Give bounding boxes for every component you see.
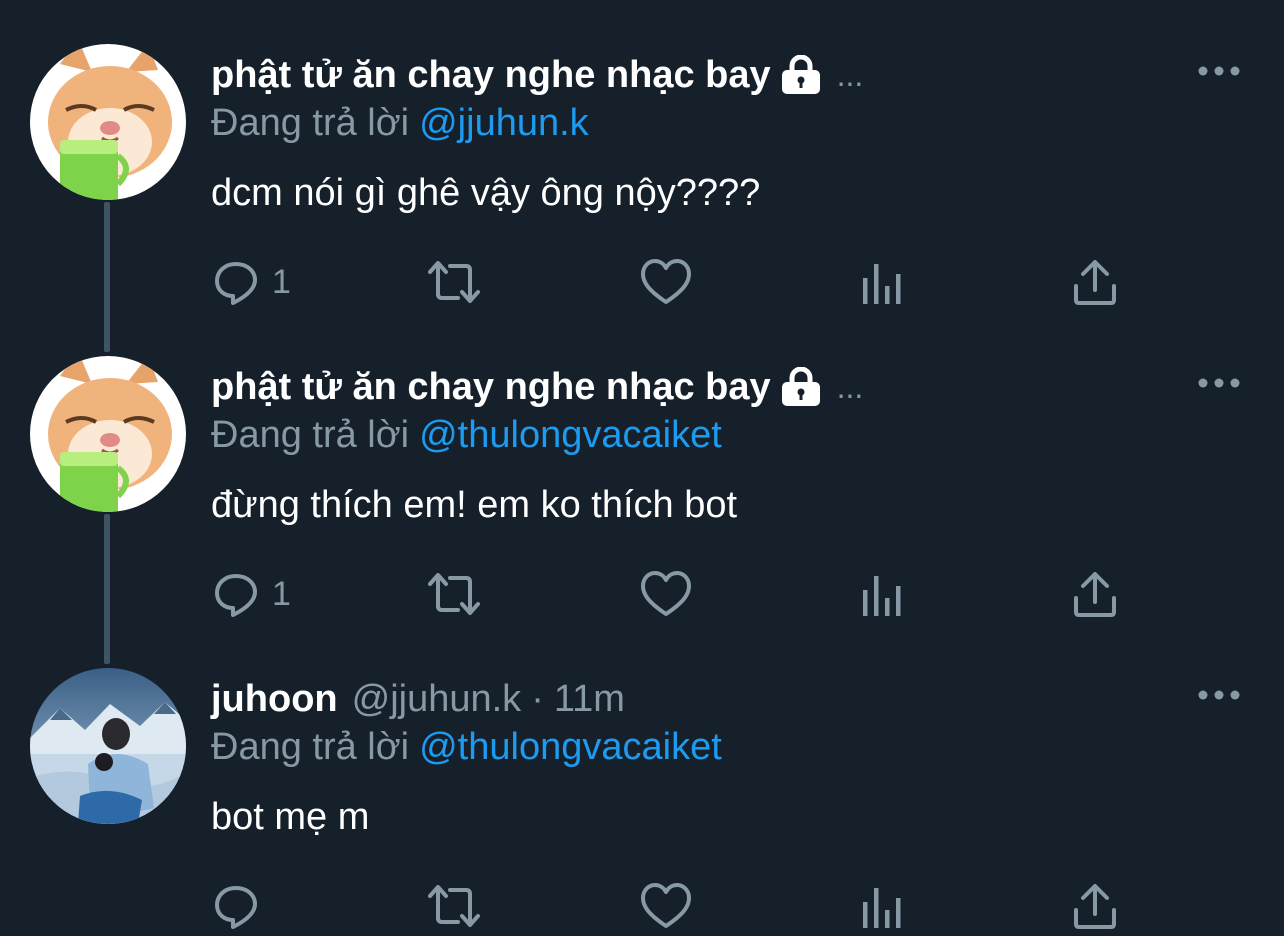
tweet-actions <box>0 878 1284 934</box>
cat-with-matcha-avatar <box>30 356 186 512</box>
tweet-actions: 1 <box>0 254 1284 310</box>
replying-to: Đang trả lời @thulongvacaiket <box>211 410 722 460</box>
avatar[interactable] <box>30 356 186 512</box>
analytics-icon <box>863 888 901 928</box>
analytics-icon <box>863 576 901 616</box>
reply-prefix: Đang trả lời <box>211 102 410 144</box>
share-button[interactable] <box>1072 254 1118 310</box>
retweet-icon <box>428 261 480 303</box>
reply-button[interactable] <box>212 878 260 934</box>
reply-prefix: Đang trả lời <box>211 726 410 768</box>
lock-icon <box>781 55 820 94</box>
share-icon <box>1074 572 1116 617</box>
reply-icon <box>215 262 257 305</box>
reply-mention-link[interactable]: @thulongvacaiket <box>419 726 722 768</box>
retweet-icon <box>428 573 480 615</box>
like-icon <box>641 883 691 928</box>
user-handle[interactable]: @jjuhun.k <box>352 674 522 724</box>
snow-mountain-person-avatar <box>30 668 186 824</box>
reply-count: 1 <box>272 574 291 613</box>
display-name[interactable]: juhoon <box>211 674 338 724</box>
replying-to: Đang trả lời @thulongvacaiket <box>211 722 722 772</box>
like-icon <box>641 571 691 616</box>
share-icon <box>1074 260 1116 305</box>
reply-mention-link[interactable]: @thulongvacaiket <box>419 414 722 456</box>
analytics-button[interactable] <box>860 254 904 310</box>
avatar[interactable] <box>30 668 186 824</box>
reply-button[interactable]: 1 <box>212 566 291 622</box>
like-button[interactable] <box>640 878 692 934</box>
truncation-ellipsis: ... <box>836 57 864 93</box>
more-icon[interactable] <box>1196 684 1242 706</box>
lock-icon <box>781 367 820 406</box>
reply-prefix: Đang trả lời <box>211 414 410 456</box>
truncation-ellipsis: ... <box>836 369 864 405</box>
tweet[interactable]: phật tử ăn chay nghe nhạc bay ... Đang t… <box>0 312 1284 624</box>
timestamp[interactable]: 11m <box>554 674 625 724</box>
reply-count: 1 <box>272 262 291 301</box>
tweet-text: đừng thích em! em ko thích bot <box>211 484 738 526</box>
like-button[interactable] <box>640 566 692 622</box>
reply-icon <box>215 886 257 929</box>
reply-mention-link[interactable]: @jjuhun.k <box>419 102 589 144</box>
tweet-text: bot mẹ m <box>211 796 370 838</box>
reply-icon <box>215 574 257 617</box>
more-icon[interactable] <box>1196 372 1242 394</box>
tweet-header: phật tử ăn chay nghe nhạc bay ... <box>211 362 863 412</box>
tweet-header: phật tử ăn chay nghe nhạc bay ... <box>211 50 863 100</box>
analytics-icon <box>863 264 901 304</box>
tweet-text: dcm nói gì ghê vậy ông nộy???? <box>211 172 761 214</box>
avatar[interactable] <box>30 44 186 200</box>
retweet-button[interactable] <box>426 566 482 622</box>
reply-button[interactable]: 1 <box>212 254 291 310</box>
share-button[interactable] <box>1072 566 1118 622</box>
like-icon <box>641 259 691 304</box>
share-icon <box>1074 884 1116 929</box>
tweet-actions: 1 <box>0 566 1284 622</box>
tweet[interactable]: phật tử ăn chay nghe nhạc bay ... Đang t… <box>0 0 1284 312</box>
separator-dot: · <box>531 678 544 720</box>
tweet-header: juhoon @jjuhun.k · 11m <box>211 674 625 724</box>
display-name[interactable]: phật tử ăn chay nghe nhạc bay <box>211 362 771 412</box>
retweet-button[interactable] <box>426 254 482 310</box>
cat-with-matcha-avatar <box>30 44 186 200</box>
tweet-thread: phật tử ăn chay nghe nhạc bay ... Đang t… <box>0 0 1284 936</box>
analytics-button[interactable] <box>860 878 904 934</box>
like-button[interactable] <box>640 254 692 310</box>
analytics-button[interactable] <box>860 566 904 622</box>
retweet-button[interactable] <box>426 878 482 934</box>
retweet-icon <box>428 885 480 927</box>
share-button[interactable] <box>1072 878 1118 934</box>
tweet[interactable]: juhoon @jjuhun.k · 11m Đang trả lời @thul… <box>0 624 1284 936</box>
more-icon[interactable] <box>1196 60 1242 82</box>
replying-to: Đang trả lời @jjuhun.k <box>211 98 589 148</box>
display-name[interactable]: phật tử ăn chay nghe nhạc bay <box>211 50 771 100</box>
